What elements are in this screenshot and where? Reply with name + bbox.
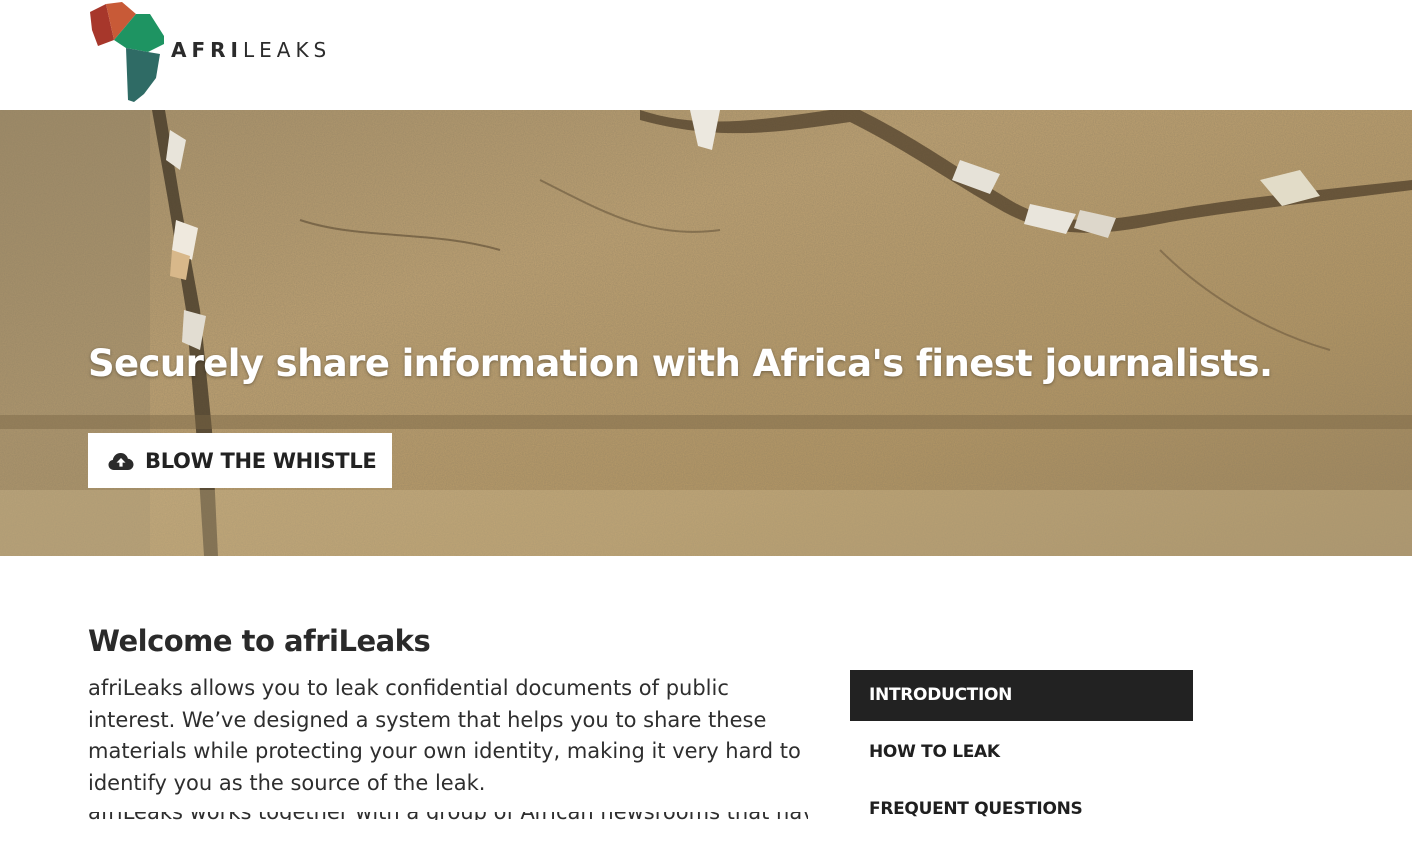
blow-the-whistle-label: BLOW THE WHISTLE — [145, 448, 377, 473]
intro-paragraph: afriLeaks allows you to leak confidentia… — [88, 676, 801, 796]
stone-wall-background — [0, 110, 1412, 556]
side-navigation: INTRODUCTION HOW TO LEAK FREQUENT QUESTI… — [850, 670, 1193, 841]
blow-the-whistle-button[interactable]: BLOW THE WHISTLE — [88, 433, 392, 488]
afrileaks-logo[interactable]: AFRILEAKS — [88, 0, 328, 104]
nav-item-how-to-leak[interactable]: HOW TO LEAK — [850, 727, 1193, 778]
hero-banner: Securely share information with Africa's… — [0, 110, 1412, 556]
next-paragraph-text: afriLeaks works together with a group of… — [88, 812, 808, 820]
logo-wordmark: AFRILEAKS — [171, 38, 332, 62]
nav-item-frequent-questions[interactable]: FREQUENT QUESTIONS — [850, 784, 1193, 835]
hero-title: Securely share information with Africa's… — [88, 342, 1273, 385]
next-paragraph: afriLeaks works together with a group of… — [88, 812, 808, 820]
africa-map-icon — [90, 2, 164, 102]
site-header: AFRILEAKS — [0, 0, 1412, 110]
cloud-upload-icon — [108, 452, 134, 470]
welcome-heading: Welcome to afriLeaks — [88, 624, 431, 658]
nav-item-introduction[interactable]: INTRODUCTION — [850, 670, 1193, 721]
